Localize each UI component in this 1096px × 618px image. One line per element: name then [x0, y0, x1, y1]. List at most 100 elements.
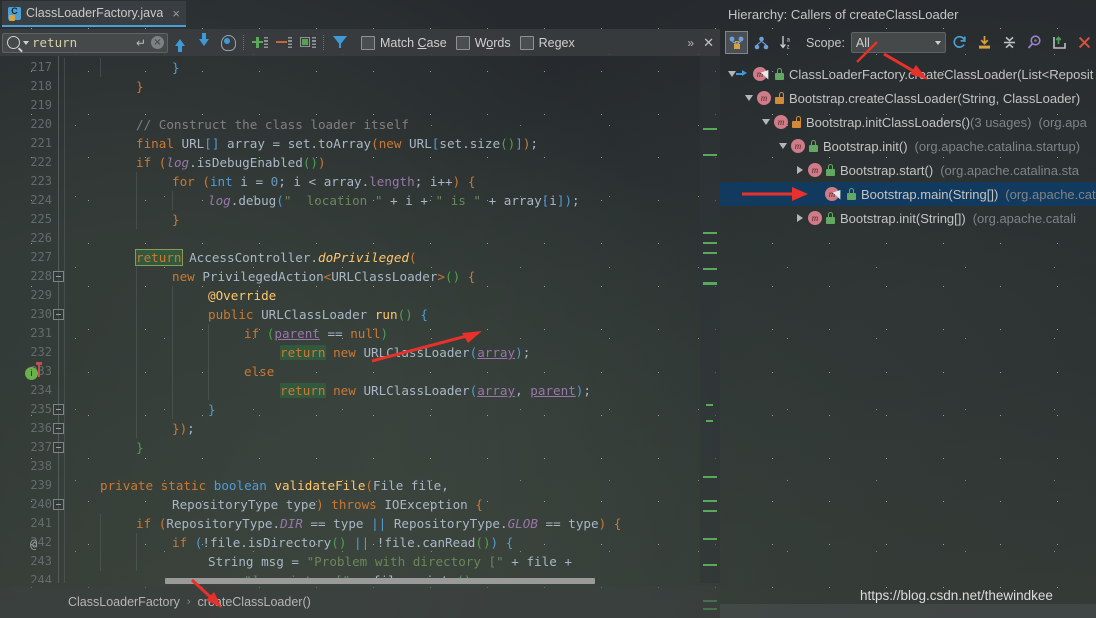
words-checkbox[interactable]: Words	[455, 35, 511, 50]
clear-search-icon[interactable]: ×	[151, 36, 164, 49]
autoscroll-to-source-button[interactable]	[1023, 31, 1046, 54]
code-line: }	[64, 438, 144, 457]
hierarchy-title: Hierarchy: Callers of createClassLoader	[728, 6, 959, 22]
line-number: 226	[30, 231, 52, 245]
intention-bulb-icon[interactable]: i	[25, 367, 38, 380]
hierarchy-row[interactable]: m ClassLoaderFactory.createClassLoader(Li…	[720, 62, 1096, 86]
code-fold-toggle[interactable]	[53, 309, 64, 320]
editor-tab-classloaderfactory[interactable]: ClassLoaderFactory.java ×	[2, 1, 186, 27]
tree-twisty[interactable]	[794, 166, 805, 174]
code-line: });	[64, 419, 195, 438]
remove-line-button[interactable]	[272, 31, 296, 54]
hierarchy-row-label: Bootstrap.initClassLoaders()	[806, 114, 971, 130]
line-number: 224	[30, 193, 52, 207]
previous-occurrence-button[interactable]	[168, 31, 192, 54]
regex-checkbox[interactable]: Regex	[519, 35, 575, 50]
search-input-value: return	[32, 35, 78, 50]
line-number: 240	[30, 497, 52, 511]
hierarchy-row[interactable]: m Bootstrap.start() (org.apache.catalina.s…	[720, 158, 1096, 182]
scope-dropdown[interactable]: All	[850, 32, 946, 53]
callees-hierarchy-button[interactable]	[750, 31, 773, 54]
editor-horizontal-scroll-area[interactable]	[60, 578, 700, 585]
code-line: RepositoryType type) throws IOException …	[64, 495, 483, 514]
more-options-icon[interactable]: »	[687, 36, 694, 50]
code-line: }	[64, 400, 216, 419]
tree-twisty[interactable]	[794, 214, 805, 222]
hierarchy-row[interactable]: m Bootstrap.init(String[]) (org.apache.cat…	[720, 206, 1096, 230]
code-line: return AccessController.doPrivileged(	[64, 248, 417, 267]
scope-label: Scope:	[806, 35, 845, 50]
checkbox-box	[455, 35, 470, 50]
hierarchy-row-package: (org.apache.catalina.startup)	[914, 138, 1081, 154]
refresh-button[interactable]	[948, 31, 971, 54]
breadcrumb-method[interactable]: createClassLoader()	[198, 595, 311, 609]
code-fold-toggle[interactable]	[53, 404, 64, 415]
annotation-gutter-icon[interactable]: @	[30, 537, 37, 551]
toggle-line-button[interactable]	[296, 31, 320, 54]
hierarchy-row[interactable]: m Bootstrap.initClassLoaders() (3 usages) (…	[720, 110, 1096, 134]
code-line: final URL[] array = set.toArray(new URL[…	[64, 134, 538, 153]
code-fold-toggle[interactable]	[53, 442, 64, 453]
match-case-label: Match Case	[380, 35, 447, 50]
tree-twisty[interactable]	[760, 119, 771, 125]
lock-protected-icon	[792, 116, 801, 128]
chevron-down-icon[interactable]	[23, 40, 29, 45]
code-line: return new URLClassLoader(array, parent)…	[64, 381, 591, 400]
java-class-icon	[8, 6, 21, 21]
breadcrumb-class[interactable]: ClassLoaderFactory	[68, 595, 180, 609]
add-line-button[interactable]	[248, 31, 272, 54]
code-fold-toggle[interactable]	[53, 423, 64, 434]
line-number: 231	[30, 326, 52, 340]
line-number: 220	[30, 117, 52, 131]
svg-text:z: z	[787, 45, 790, 51]
filter-button[interactable]	[328, 31, 352, 54]
method-icon: m	[808, 211, 822, 225]
collapse-all-button[interactable]	[998, 31, 1021, 54]
tree-twisty[interactable]	[777, 143, 788, 149]
line-number: 238	[30, 459, 52, 473]
pin-tab-button[interactable]	[1048, 31, 1071, 54]
export-to-text-button[interactable]	[973, 31, 996, 54]
close-find-icon[interactable]: ✕	[703, 35, 714, 51]
close-icon[interactable]: ×	[172, 7, 180, 20]
intention-arrow-icon	[36, 362, 42, 377]
hierarchy-row[interactable]: m Bootstrap.main(String[]) (org.apache.cat…	[720, 182, 1096, 206]
select-all-icon	[220, 34, 236, 51]
code-fold-toggle[interactable]	[53, 271, 64, 282]
hierarchy-row-label: Bootstrap.init(String[])	[840, 210, 966, 226]
editor-marker-strip[interactable]	[700, 56, 720, 610]
hierarchy-row[interactable]: m Bootstrap.init() (org.apache.catalina.st…	[720, 134, 1096, 158]
editor-horizontal-scrollbar[interactable]	[165, 578, 595, 584]
search-icon	[7, 36, 20, 49]
code-line: @Override	[64, 286, 276, 305]
line-number: 243	[30, 554, 52, 568]
checkbox-icon	[300, 36, 316, 50]
hierarchy-row-usages: (3 usages)	[970, 114, 1032, 130]
tree-twisty[interactable]	[743, 95, 754, 101]
next-occurrence-button[interactable]	[192, 31, 216, 54]
line-number: 235	[30, 402, 52, 416]
line-number: 222	[30, 155, 52, 169]
line-number-gutter: 217 218 219 220 221 222 223 224 225 226 227 228 229 2…	[0, 56, 60, 583]
lock-public-icon	[775, 68, 784, 80]
select-all-occurrences-button[interactable]	[216, 31, 240, 54]
enter-icon: ↵	[135, 35, 146, 50]
code-editor[interactable]: 217 218 219 220 221 222 223 224 225 226 227 228 229 2…	[0, 56, 720, 583]
svg-text:a: a	[787, 38, 791, 44]
close-hierarchy-button[interactable]	[1073, 31, 1096, 54]
line-number: 223	[30, 174, 52, 188]
chevron-down-icon	[761, 119, 770, 125]
hierarchy-row[interactable]: m Bootstrap.createClassLoader(String, Cla…	[720, 86, 1096, 110]
callers-hierarchy-button[interactable]	[725, 31, 748, 54]
sort-alphabetically-button[interactable]: a z	[775, 31, 798, 54]
code-line: if (!file.isDirectory() || !file.canRead…	[64, 533, 513, 552]
code-content: }} // Construct the class loader itself fi…	[64, 56, 704, 583]
funnel-icon	[332, 35, 349, 50]
code-line: return new URLClassLoader(array);	[64, 343, 530, 362]
code-line: // Construct the class loader itself	[64, 115, 409, 134]
code-line: for (int i = 0; i < array.length; i++) {	[64, 172, 475, 191]
match-case-checkbox[interactable]: Match Case	[361, 35, 447, 50]
hierarchy-row-package: (org.apa	[1038, 114, 1087, 130]
code-fold-toggle[interactable]	[53, 499, 64, 510]
search-input[interactable]: return ↵ ×	[2, 32, 168, 53]
